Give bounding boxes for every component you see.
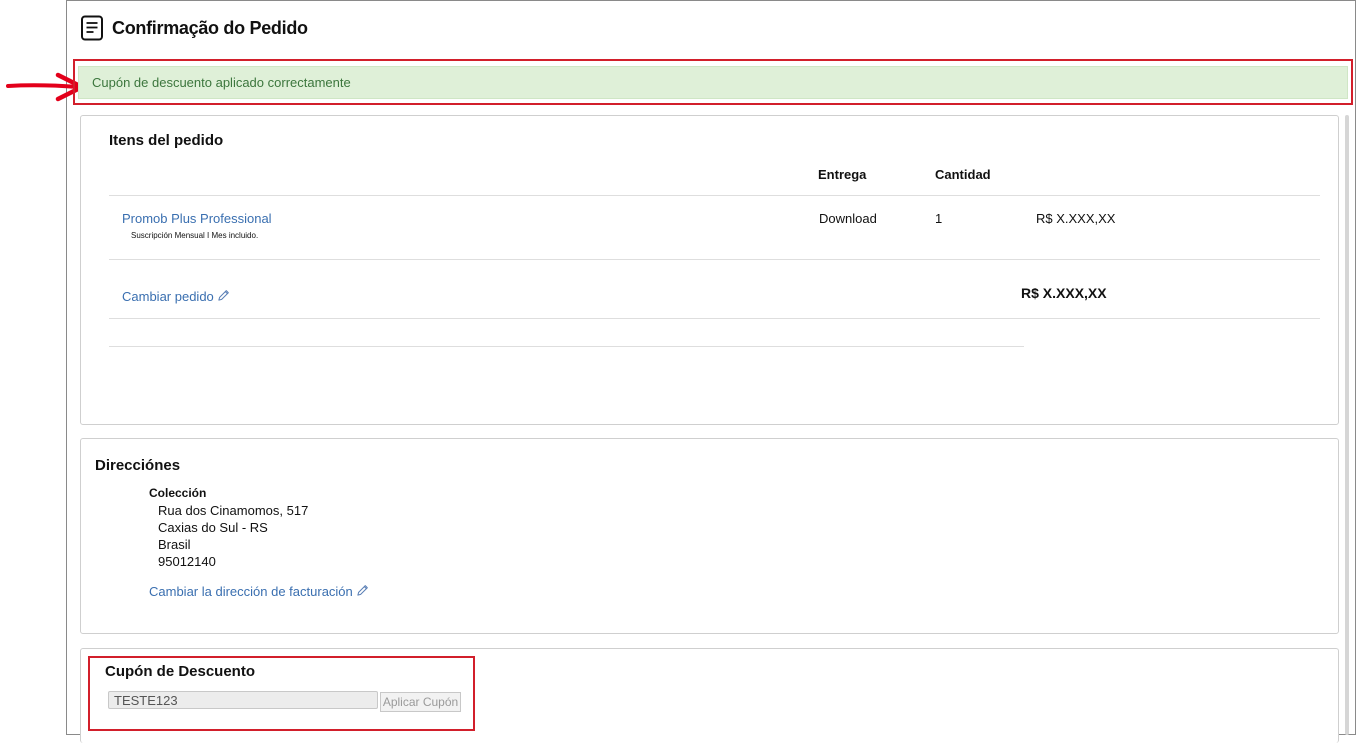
scrollbar[interactable] — [1345, 115, 1349, 735]
change-billing-address-link[interactable]: Cambiar la dirección de facturación — [149, 584, 369, 599]
divider — [109, 318, 1320, 319]
address-line: 95012140 — [158, 554, 216, 569]
page-header: Confirmação do Pedido — [80, 14, 308, 42]
header-quantity: Cantidad — [935, 167, 991, 182]
address-line: Brasil — [158, 537, 191, 552]
order-items-card — [80, 115, 1339, 425]
address-line: Caxias do Sul - RS — [158, 520, 268, 535]
header-delivery: Entrega — [818, 167, 867, 182]
apply-coupon-button[interactable]: Aplicar Cupón — [380, 692, 461, 712]
pencil-icon — [218, 290, 229, 301]
page-title: Confirmação do Pedido — [112, 17, 308, 38]
coupon-input[interactable] — [108, 691, 378, 709]
delivery-value: Download — [819, 211, 877, 226]
product-link[interactable]: Promob Plus Professional — [122, 211, 272, 226]
change-billing-address-label: Cambiar la dirección de facturación — [149, 584, 353, 599]
address-line: Rua dos Cinamomos, 517 — [158, 503, 309, 518]
change-order-label: Cambiar pedido — [122, 289, 214, 304]
pencil-icon — [357, 585, 368, 596]
address-label: Colección — [149, 486, 207, 500]
success-alert: Cupón de descuento aplicado correctament… — [78, 66, 1348, 99]
product-subtitle: Suscripción Mensual I Mes incluido. — [131, 231, 259, 240]
order-total: R$ X.XXX,XX — [1021, 285, 1107, 301]
document-icon — [81, 15, 103, 41]
quantity-value: 1 — [935, 211, 943, 226]
coupon-title: Cupón de Descuento — [105, 663, 256, 680]
order-items-title: Itens del pedido — [109, 132, 224, 149]
addresses-card — [80, 438, 1339, 634]
divider — [109, 259, 1320, 260]
change-order-link[interactable]: Cambiar pedido — [122, 289, 230, 304]
divider — [109, 195, 1320, 196]
price-value: R$ X.XXX,XX — [1036, 211, 1116, 226]
divider — [109, 346, 1024, 347]
addresses-title: Direcciónes — [95, 457, 181, 474]
